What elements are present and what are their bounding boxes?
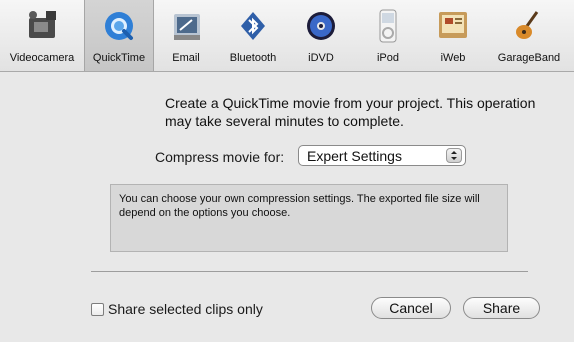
tool-label: GarageBand [497,52,561,64]
tool-quicktime[interactable]: QuickTime [84,0,154,71]
tool-ipod[interactable]: iPod [354,0,422,71]
tool-label: iDVD [308,52,334,64]
share-toolbar: Videocamera QuickTime Email Bluetooth iD… [0,0,574,72]
tool-videocamera[interactable]: Videocamera [0,0,84,71]
bluetooth-icon [241,12,265,40]
idvd-icon [307,12,335,40]
iweb-icon [439,12,467,38]
tool-garageband[interactable]: GarageBand [484,0,574,71]
share-button[interactable]: Share [463,297,540,319]
cancel-button[interactable]: Cancel [371,297,451,319]
tool-label: QuickTime [92,52,146,64]
divider [91,271,528,272]
tool-label: iPod [376,52,400,64]
share-clips-checkbox[interactable] [91,303,104,316]
ipod-icon [379,9,397,43]
intro-text: Create a QuickTime movie from your proje… [165,95,536,129]
tool-label: Bluetooth [229,52,277,64]
videocamera-icon [29,11,56,38]
tool-iweb[interactable]: iWeb [422,0,484,71]
compress-label: Compress movie for: [155,149,285,165]
share-clips-label[interactable]: Share selected clips only [108,301,263,317]
description-box: You can choose your own compression sett… [110,184,508,252]
tool-email[interactable]: Email [154,0,218,71]
tool-label: Email [172,52,200,64]
compress-popup-value: Expert Settings [307,148,402,164]
description-text: You can choose your own compression sett… [119,193,480,219]
quicktime-share-panel: Create a QuickTime movie from your proje… [0,72,574,342]
email-icon [174,14,200,40]
tool-bluetooth[interactable]: Bluetooth [218,0,288,71]
garageband-icon [516,11,539,39]
tool-idvd[interactable]: iDVD [288,0,354,71]
quicktime-icon [105,12,133,40]
updown-arrows-icon [446,148,462,163]
tool-label: iWeb [440,52,466,64]
compress-popup[interactable]: Expert Settings [298,145,466,166]
tool-label: Videocamera [9,52,75,64]
